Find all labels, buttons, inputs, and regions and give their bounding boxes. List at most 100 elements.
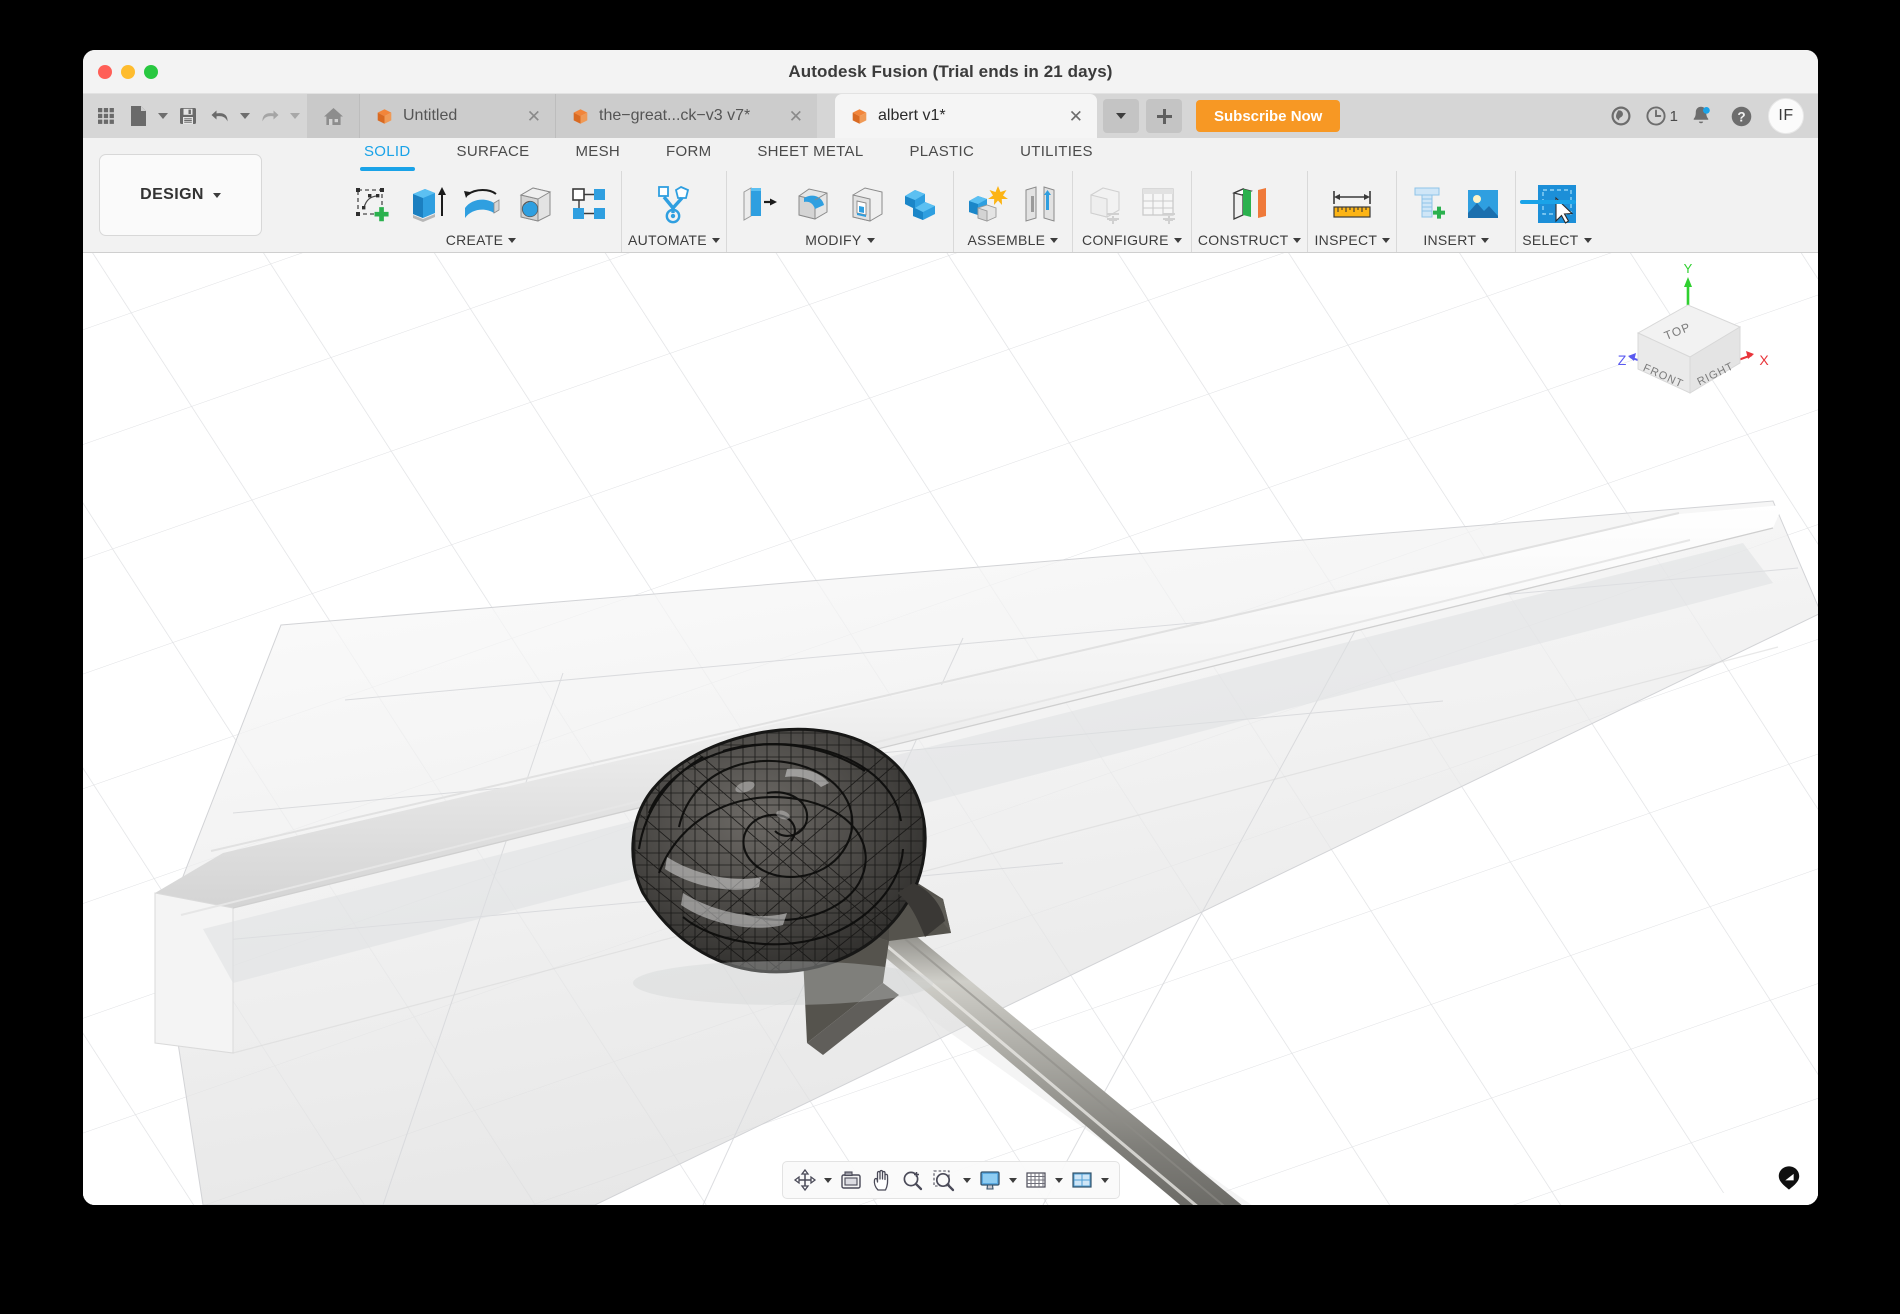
- zoom-window-button[interactable]: [929, 1165, 959, 1195]
- redo-dropdown[interactable]: [287, 99, 303, 133]
- insert-image-button[interactable]: [1457, 178, 1509, 230]
- create-sketch-button[interactable]: [347, 178, 399, 230]
- fillet-button[interactable]: [787, 178, 839, 230]
- ribbon-panel-modify-label[interactable]: MODIFY: [805, 230, 875, 248]
- ribbon-panel-create-label[interactable]: CREATE: [446, 230, 517, 248]
- revolve-button[interactable]: [455, 178, 507, 230]
- pattern-button[interactable]: [563, 178, 615, 230]
- revolve-icon: [464, 189, 500, 218]
- ribbon-panel-automate-label[interactable]: AUTOMATE: [628, 230, 720, 248]
- new-tab-button[interactable]: [1146, 99, 1182, 133]
- ribbon-panel-insert: INSERT: [1397, 171, 1517, 252]
- document-tab-untitled[interactable]: Untitled ✕: [359, 94, 555, 138]
- document-tab-close-icon[interactable]: ✕: [779, 108, 803, 125]
- notifications-button[interactable]: [1684, 99, 1718, 133]
- grid-snaps-icon: [1025, 1172, 1046, 1188]
- new-file-button[interactable]: [123, 99, 153, 133]
- clock-icon: [1646, 106, 1666, 126]
- pan-button[interactable]: [867, 1165, 897, 1195]
- zoom-button[interactable]: [898, 1165, 928, 1195]
- ribbon-panel-insert-label[interactable]: INSERT: [1423, 230, 1490, 248]
- automate-button[interactable]: [646, 178, 702, 230]
- grid-snaps-button[interactable]: [1021, 1165, 1051, 1195]
- joint-button[interactable]: [1014, 178, 1066, 230]
- ribbon-tab-strip: SOLID SURFACE MESH FORM SHEET METAL PLAS…: [341, 138, 1116, 171]
- ribbon-tab-form[interactable]: FORM: [643, 138, 734, 171]
- extrude-button[interactable]: [401, 178, 453, 230]
- orbit-dropdown[interactable]: [821, 1165, 835, 1195]
- new-file-dropdown[interactable]: [155, 99, 171, 133]
- avatar[interactable]: IF: [1768, 98, 1804, 134]
- joint-icon: [1025, 186, 1055, 222]
- document-tab-the-great[interactable]: the−great...ck−v3 v7* ✕: [555, 94, 817, 138]
- view-cube[interactable]: Y X Z TOP FRONT RIGHT: [1618, 261, 1788, 401]
- configure-component-button[interactable]: [1079, 178, 1131, 230]
- display-settings-dropdown[interactable]: [1006, 1165, 1020, 1195]
- app-grid-button[interactable]: [91, 99, 121, 133]
- new-component-button[interactable]: [960, 178, 1012, 230]
- ribbon-panel-construct-label[interactable]: CONSTRUCT: [1198, 230, 1302, 248]
- quick-access-toolbar: [83, 94, 307, 138]
- orbit-button[interactable]: [790, 1165, 820, 1195]
- new-component-icon: [968, 186, 1008, 222]
- ribbon-tab-sheet-metal[interactable]: SHEET METAL: [734, 138, 886, 171]
- configure-component-icon: [1090, 187, 1120, 224]
- look-at-button[interactable]: [836, 1165, 866, 1195]
- ribbon-tab-mesh[interactable]: MESH: [552, 138, 643, 171]
- header-actions: 1 ? IF: [1604, 94, 1818, 138]
- hole-button[interactable]: [509, 178, 561, 230]
- viewport-canvas[interactable]: Y X Z TOP FRONT RIGHT: [83, 253, 1818, 1205]
- chevron-down-icon: [1481, 237, 1490, 243]
- subscribe-now-button[interactable]: Subscribe Now: [1196, 100, 1341, 132]
- ribbon-tab-utilities[interactable]: UTILITIES: [997, 138, 1116, 171]
- select-button[interactable]: [1529, 178, 1585, 230]
- measure-button[interactable]: [1324, 178, 1380, 230]
- panel-label-text: INSPECT: [1314, 232, 1378, 248]
- offset-plane-button[interactable]: [1222, 178, 1278, 230]
- undo-button[interactable]: [205, 99, 235, 133]
- display-settings-button[interactable]: [975, 1165, 1005, 1195]
- document-tab-albert[interactable]: albert v1* ✕: [835, 94, 1097, 138]
- document-tab-close-icon[interactable]: ✕: [517, 108, 541, 125]
- grid-snaps-dropdown[interactable]: [1052, 1165, 1066, 1195]
- ribbon-tab-plastic[interactable]: PLASTIC: [886, 138, 997, 171]
- title-bar: Autodesk Fusion (Trial ends in 21 days): [83, 50, 1818, 94]
- insert-mcmaster-button[interactable]: [1403, 178, 1455, 230]
- ribbon-tab-surface[interactable]: SURFACE: [434, 138, 553, 171]
- ribbon-tab-label: PLASTIC: [909, 143, 975, 160]
- configure-table-button[interactable]: [1133, 178, 1185, 230]
- document-tab-label: the−great...ck−v3 v7*: [599, 107, 751, 124]
- undo-dropdown[interactable]: [237, 99, 253, 133]
- ribbon-panel-inspect-label[interactable]: INSPECT: [1314, 230, 1391, 248]
- ribbon-panel-create: CREATE: [341, 171, 622, 252]
- panel-label-text: AUTOMATE: [628, 232, 707, 248]
- ribbon-panel-configure-label[interactable]: CONFIGURE: [1082, 230, 1182, 248]
- workspace-selector[interactable]: DESIGN: [99, 154, 262, 236]
- ribbon-panel-inspect: INSPECT: [1308, 171, 1398, 252]
- redo-button[interactable]: [255, 99, 285, 133]
- document-tab-label: albert v1*: [878, 107, 946, 124]
- ribbon-tab-label: MESH: [575, 143, 621, 160]
- ribbon-panel-select-label[interactable]: SELECT: [1522, 230, 1592, 248]
- viewports-dropdown[interactable]: [1098, 1165, 1112, 1195]
- combine-button[interactable]: [895, 178, 947, 230]
- grid-icon: [98, 108, 114, 124]
- home-tab-button[interactable]: [307, 94, 359, 138]
- ribbon-panel-assemble-label[interactable]: ASSEMBLE: [967, 230, 1059, 248]
- ribbon-panel-construct: CONSTRUCT: [1192, 171, 1309, 252]
- undo-icon: [211, 110, 228, 122]
- press-pull-button[interactable]: [733, 178, 785, 230]
- history-button[interactable]: 1: [1644, 99, 1678, 133]
- zoom-window-dropdown[interactable]: [960, 1165, 974, 1195]
- shell-button[interactable]: [841, 178, 893, 230]
- document-tab-close-icon[interactable]: ✕: [1059, 108, 1083, 125]
- axis-y-label: Y: [1684, 261, 1693, 276]
- save-button[interactable]: [173, 99, 203, 133]
- ribbon-tab-solid[interactable]: SOLID: [341, 138, 434, 171]
- window-title: Autodesk Fusion (Trial ends in 21 days): [788, 62, 1113, 81]
- tab-bar: Untitled ✕ the−great...ck−v3 v7* ✕ alber…: [83, 94, 1818, 138]
- job-status-button[interactable]: [1604, 99, 1638, 133]
- viewports-button[interactable]: [1067, 1165, 1097, 1195]
- tab-overflow-button[interactable]: [1103, 99, 1139, 133]
- help-button[interactable]: ?: [1724, 99, 1758, 133]
